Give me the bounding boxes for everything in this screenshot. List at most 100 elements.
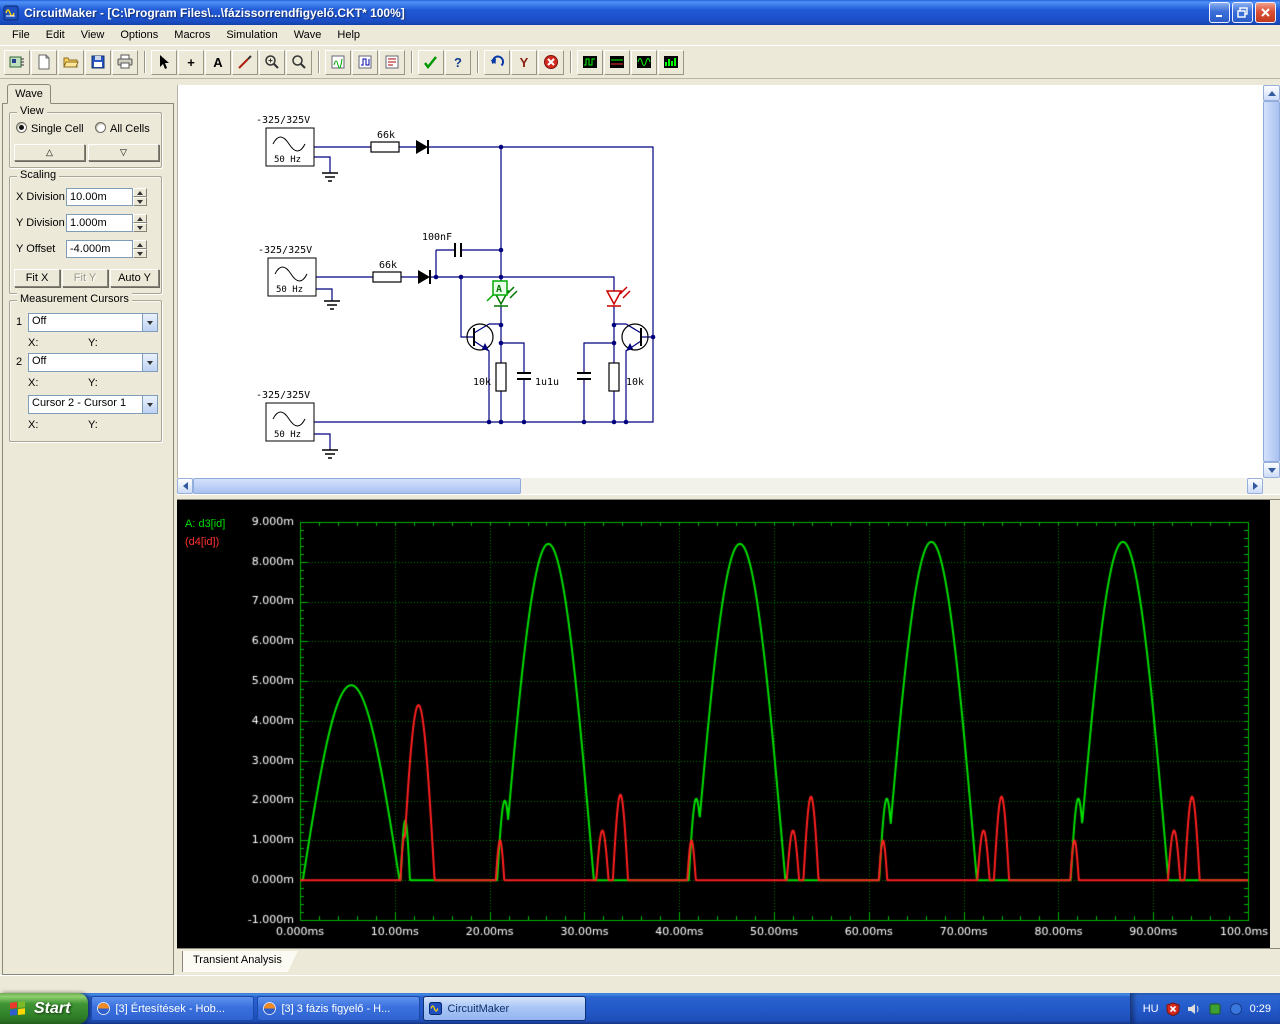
tab-transient-analysis[interactable]: Transient Analysis — [182, 951, 298, 972]
schematic-vscrollbar[interactable] — [1263, 85, 1280, 478]
tab-wave[interactable]: Wave — [7, 84, 51, 104]
stop-simulation-button[interactable] — [538, 49, 564, 75]
dropdown-arrow-icon[interactable] — [142, 354, 157, 371]
cursor1-select[interactable]: Off — [28, 313, 158, 332]
spinner-down-icon[interactable] — [133, 249, 147, 258]
diode-d2[interactable] — [418, 270, 431, 284]
ac-source-2[interactable]: 50 Hz -325/325V — [258, 245, 317, 297]
blue-status-icon[interactable] — [1229, 1002, 1243, 1016]
dropdown-arrow-icon[interactable] — [142, 314, 157, 331]
auto-y-button[interactable]: Auto Y — [110, 269, 159, 287]
sheet-view-button-3[interactable] — [379, 49, 405, 75]
minimize-button[interactable] — [1209, 2, 1230, 23]
waveforms-button-3[interactable] — [631, 49, 657, 75]
x-division-input[interactable]: 10.00m — [66, 188, 133, 206]
save-button[interactable] — [85, 49, 111, 75]
menu-view[interactable]: View — [73, 26, 113, 44]
menu-simulation[interactable]: Simulation — [218, 26, 285, 44]
menu-options[interactable]: Options — [112, 26, 166, 44]
y-offset-spinner[interactable] — [133, 240, 147, 258]
check-simulation-button[interactable] — [418, 49, 444, 75]
scale-down-button[interactable]: ▽ — [88, 144, 159, 161]
titlebar[interactable]: CircuitMaker - [C:\Program Files\...\fáz… — [0, 0, 1280, 25]
cursor-diff-select[interactable]: Cursor 2 - Cursor 1 — [28, 395, 158, 414]
menu-macros[interactable]: Macros — [166, 26, 218, 44]
menu-edit[interactable]: Edit — [38, 26, 73, 44]
help-button[interactable]: ? — [445, 49, 471, 75]
spinner-up-icon[interactable] — [133, 188, 147, 197]
language-indicator[interactable]: HU — [1143, 1003, 1159, 1015]
fit-y-button[interactable]: Fit Y — [62, 269, 108, 287]
sheet-view-button-2[interactable] — [352, 49, 378, 75]
cursor2-select[interactable]: Off — [28, 353, 158, 372]
scroll-up-button[interactable] — [1263, 85, 1280, 101]
capacitor-c3[interactable] — [577, 372, 591, 380]
wire-tool-button[interactable] — [232, 49, 258, 75]
radio-single-cell[interactable] — [16, 122, 27, 134]
ac-source-1[interactable]: 50 Hz -325/325V — [256, 115, 315, 167]
menu-file[interactable]: File — [4, 26, 38, 44]
new-file-button[interactable] — [31, 49, 57, 75]
resistor-r2[interactable] — [372, 271, 402, 283]
y-division-spinner[interactable] — [133, 214, 147, 232]
diode-d1[interactable] — [416, 140, 429, 154]
scale-up-button[interactable]: △ — [14, 144, 85, 161]
spinner-up-icon[interactable] — [133, 240, 147, 249]
hscroll-thumb[interactable] — [193, 478, 521, 494]
dropdown-arrow-icon[interactable] — [142, 396, 157, 413]
taskbar-task-circuitmaker[interactable]: CircuitMaker — [423, 996, 587, 1021]
open-file-button[interactable] — [58, 49, 84, 75]
taskbar-task-2[interactable]: [3] 3 fázis figyelő - H... — [257, 996, 421, 1021]
select-tool-button[interactable] — [151, 49, 177, 75]
board-button[interactable] — [4, 49, 30, 75]
restore-button[interactable] — [1232, 2, 1253, 23]
resistor-r2-label: 66k — [379, 260, 397, 271]
taskbar-task-1[interactable]: [3] Értesítések - Hob... — [91, 996, 255, 1021]
legend-entry-d3[interactable]: A: d3[id] — [185, 518, 225, 530]
capacitor-c1[interactable] — [454, 243, 462, 257]
security-shield-icon[interactable] — [1166, 1001, 1180, 1016]
close-button[interactable] — [1255, 2, 1276, 23]
spinner-up-icon[interactable] — [133, 214, 147, 223]
vscroll-thumb[interactable] — [1263, 101, 1280, 462]
text-tool-button[interactable]: A — [205, 49, 231, 75]
probe-button[interactable]: Y — [511, 49, 537, 75]
radio-all-cells[interactable] — [95, 122, 106, 134]
zoom-button[interactable] — [286, 49, 312, 75]
sheet-view-button-1[interactable] — [325, 49, 351, 75]
resistor-r1[interactable] — [370, 141, 400, 153]
scroll-right-button[interactable] — [1247, 478, 1263, 494]
y-division-input[interactable]: 1.000m — [66, 214, 133, 232]
fit-x-button[interactable]: Fit X — [14, 269, 60, 287]
waveforms-button-2[interactable] — [604, 49, 630, 75]
capacitor-c2[interactable] — [517, 372, 531, 380]
red-led[interactable] — [605, 286, 631, 307]
spinner-down-icon[interactable] — [133, 223, 147, 232]
legend-entry-d4[interactable]: (d4[id]) — [185, 536, 219, 548]
menu-wave[interactable]: Wave — [286, 26, 330, 44]
schematic-canvas[interactable]: 50 Hz -325/325V 50 Hz -325/325V 50 Hz -3… — [177, 85, 1263, 478]
radio-all-cells-label[interactable]: All Cells — [110, 123, 150, 135]
waveforms-button-4[interactable] — [658, 49, 684, 75]
scroll-left-button[interactable] — [177, 478, 193, 494]
zoom-in-button[interactable] — [259, 49, 285, 75]
resistor-r3[interactable] — [495, 362, 507, 392]
resistor-r4[interactable] — [608, 362, 620, 392]
green-status-icon[interactable] — [1208, 1002, 1222, 1016]
place-part-button[interactable]: + — [178, 49, 204, 75]
ac-source-3[interactable]: 50 Hz -325/325V — [256, 390, 315, 442]
spinner-down-icon[interactable] — [133, 197, 147, 206]
scroll-down-button[interactable] — [1263, 462, 1280, 478]
waveforms-button-1[interactable] — [577, 49, 603, 75]
waveform-plot[interactable] — [177, 500, 1270, 948]
start-button[interactable]: Start — [0, 993, 89, 1024]
schematic-hscrollbar[interactable] — [177, 478, 1263, 494]
print-button[interactable] — [112, 49, 138, 75]
clock[interactable]: 0:29 — [1250, 1003, 1271, 1015]
menu-help[interactable]: Help — [329, 26, 368, 44]
x-division-spinner[interactable] — [133, 188, 147, 206]
y-offset-input[interactable]: -4.000m — [66, 240, 133, 258]
radio-single-cell-label[interactable]: Single Cell — [31, 123, 84, 135]
volume-icon[interactable] — [1187, 1002, 1201, 1016]
reset-simulation-button[interactable] — [484, 49, 510, 75]
